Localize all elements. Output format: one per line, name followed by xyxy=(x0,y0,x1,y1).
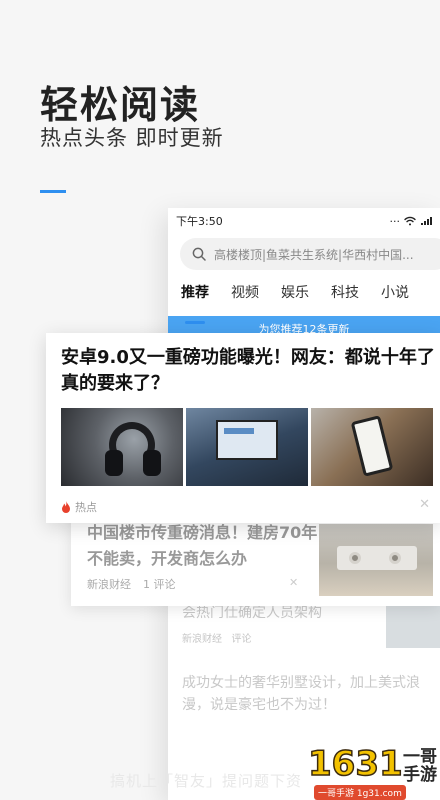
logo-url: 一哥手游 1g31.com xyxy=(314,785,406,800)
hero-title: 轻松阅读 xyxy=(40,83,201,127)
flame-icon xyxy=(62,501,70,513)
laptop-image xyxy=(186,408,308,486)
list-item-title: 成功女士的奢华别墅设计，加上美式浪漫，说是豪宅也不为过！ xyxy=(182,675,420,713)
list-item-comments: 评论 xyxy=(231,634,252,645)
news-card-title: 安卓9.0又一重磅功能曝光！网友：都说十年了真的要来了？ xyxy=(61,347,435,394)
logo-digits: 1631 xyxy=(307,743,403,785)
cellular-signal-icon xyxy=(421,217,432,225)
device-knob xyxy=(389,552,401,564)
hero-accent-line xyxy=(40,190,66,193)
hero-subtitle: 热点头条 即时更新 xyxy=(40,126,224,150)
list-item[interactable]: 成功女士的奢华别墅设计，加上美式浪漫，说是豪宅也不为过！ xyxy=(182,672,432,716)
news-card-featured[interactable]: 安卓9.0又一重磅功能曝光！网友：都说十年了真的要来了？ 热点 ✕ xyxy=(46,333,440,523)
hot-tag: 热点 xyxy=(75,501,97,514)
news-card-comments: 1 评论 xyxy=(143,578,176,591)
news-card-images xyxy=(61,408,433,486)
news-card-meta: 新浪财经 1 评论 xyxy=(87,576,176,592)
news-card-thumbnail xyxy=(319,524,433,596)
signal-dots-icon: ··· xyxy=(389,214,401,228)
headphones-image xyxy=(61,408,183,486)
watermark-logo: 1631 一哥手游 一哥手游 1g31.com xyxy=(306,742,440,800)
search-input[interactable]: 高楼楼顶|鱼菜共生系统|华西村中国... xyxy=(180,238,440,270)
tab-novel[interactable]: 小说 xyxy=(381,282,409,316)
tab-video[interactable]: 视频 xyxy=(231,282,259,316)
bottom-caption: 搞机上「智友」提问题下资 xyxy=(110,772,303,790)
status-icons: ··· xyxy=(389,214,432,228)
news-card-footer: 热点 xyxy=(61,499,97,515)
tab-recommend[interactable]: 推荐 xyxy=(181,282,209,324)
status-bar: 下午3:50 ··· xyxy=(168,208,440,234)
close-icon[interactable]: ✕ xyxy=(289,576,298,589)
close-icon[interactable]: ✕ xyxy=(419,497,430,512)
list-item-source: 新浪财经 xyxy=(182,634,222,645)
tab-tech[interactable]: 科技 xyxy=(331,282,359,316)
category-tabs: 推荐 视频 娱乐 科技 小说 xyxy=(168,270,440,324)
search-icon xyxy=(192,247,206,261)
status-time: 下午3:50 xyxy=(176,215,223,228)
smartphone-image xyxy=(311,408,433,486)
news-card-title: 中国楼市传重磅消息！建房70年不能卖，开发商怎么办 xyxy=(87,523,318,568)
search-placeholder: 高楼楼顶|鱼菜共生系统|华西村中国... xyxy=(214,247,414,262)
device-knob xyxy=(349,552,361,564)
tab-entertainment[interactable]: 娱乐 xyxy=(281,282,309,316)
logo-brand: 一哥手游 xyxy=(403,747,437,785)
wifi-icon xyxy=(404,216,416,226)
news-card-source: 新浪财经 xyxy=(87,578,131,591)
